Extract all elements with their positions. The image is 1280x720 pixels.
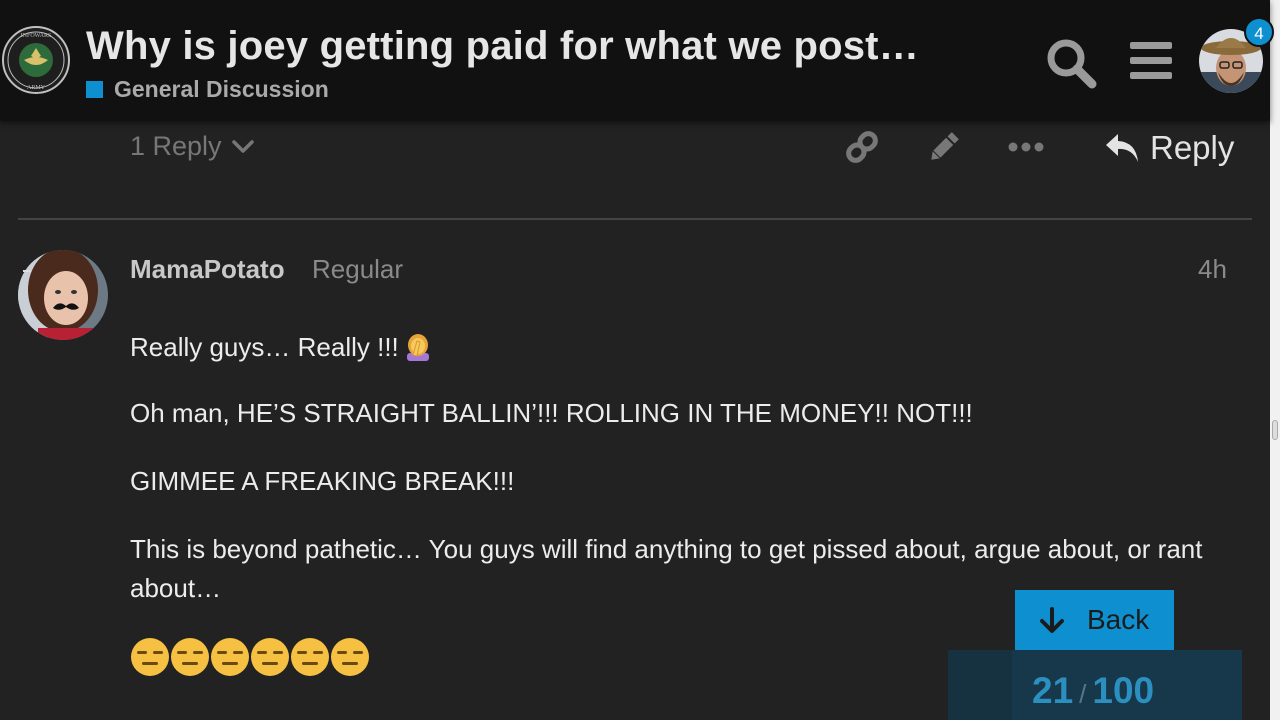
pencil-icon[interactable] bbox=[926, 129, 962, 165]
post-paragraph-text: Really guys… Really !!! bbox=[130, 332, 399, 362]
link-icon[interactable] bbox=[844, 129, 880, 165]
progress-total: 100 bbox=[1092, 670, 1155, 711]
search-icon[interactable] bbox=[1044, 36, 1098, 90]
reply-label: Reply bbox=[1150, 129, 1235, 166]
logo-text-top: INFOWARS bbox=[21, 33, 52, 39]
expressionless-face-emoji-icon bbox=[171, 638, 209, 676]
category-link[interactable]: General Discussion bbox=[86, 76, 329, 103]
notification-badge[interactable]: 4 bbox=[1244, 17, 1274, 47]
post-paragraph: GIMMEE A FREAKING BREAK!!! bbox=[130, 466, 515, 496]
expressionless-face-emoji-icon bbox=[251, 638, 289, 676]
emoji-row bbox=[130, 636, 370, 678]
progress-current: 21 bbox=[1032, 670, 1074, 711]
post-author-avatar[interactable] bbox=[18, 250, 108, 340]
expressionless-face-emoji-icon bbox=[211, 638, 249, 676]
topic-title[interactable]: Why is joey getting paid for what we pos… bbox=[86, 24, 919, 69]
hamburger-menu-icon[interactable] bbox=[1128, 40, 1174, 82]
expressionless-face-emoji-icon bbox=[131, 638, 169, 676]
category-color-square bbox=[86, 81, 103, 98]
post-user-title: Regular bbox=[312, 254, 404, 284]
chevron-down-icon bbox=[231, 140, 254, 153]
post-progress-counter[interactable]: 21/100 bbox=[1032, 670, 1154, 712]
page-scrollbar[interactable] bbox=[1270, 0, 1280, 720]
back-label: Back bbox=[1087, 604, 1150, 635]
more-options-icon[interactable] bbox=[1008, 138, 1044, 156]
site-logo[interactable]: INFOWARS ARMY bbox=[2, 26, 70, 94]
show-replies-button[interactable]: 1 Reply bbox=[130, 128, 256, 164]
arrow-down-icon bbox=[1040, 607, 1064, 633]
scrollbar-thumb[interactable] bbox=[1272, 420, 1278, 440]
post-paragraph: Really guys… Really !!! bbox=[130, 328, 1240, 367]
back-button[interactable]: Back bbox=[1015, 590, 1174, 650]
replies-count-label: 1 Reply bbox=[130, 130, 222, 161]
reply-arrow-icon bbox=[1106, 134, 1138, 162]
expressionless-face-emoji-icon bbox=[331, 638, 369, 676]
expressionless-face-emoji-icon bbox=[291, 638, 329, 676]
woman-facepalming-emoji-icon bbox=[406, 334, 429, 361]
category-name: General Discussion bbox=[114, 76, 329, 102]
post-date[interactable]: 4h bbox=[1198, 254, 1227, 285]
progress-separator: / bbox=[1079, 679, 1087, 709]
logo-text-bottom: ARMY bbox=[27, 85, 46, 91]
reply-button[interactable]: Reply bbox=[1104, 128, 1234, 168]
post-divider bbox=[18, 218, 1252, 220]
post-username[interactable]: MamaPotato bbox=[130, 254, 285, 285]
post-paragraph: Oh man, HE’S STRAIGHT BALLIN’!!! ROLLING… bbox=[130, 398, 973, 428]
site-header: INFOWARS ARMY Why is joey getting paid f… bbox=[0, 0, 1274, 121]
